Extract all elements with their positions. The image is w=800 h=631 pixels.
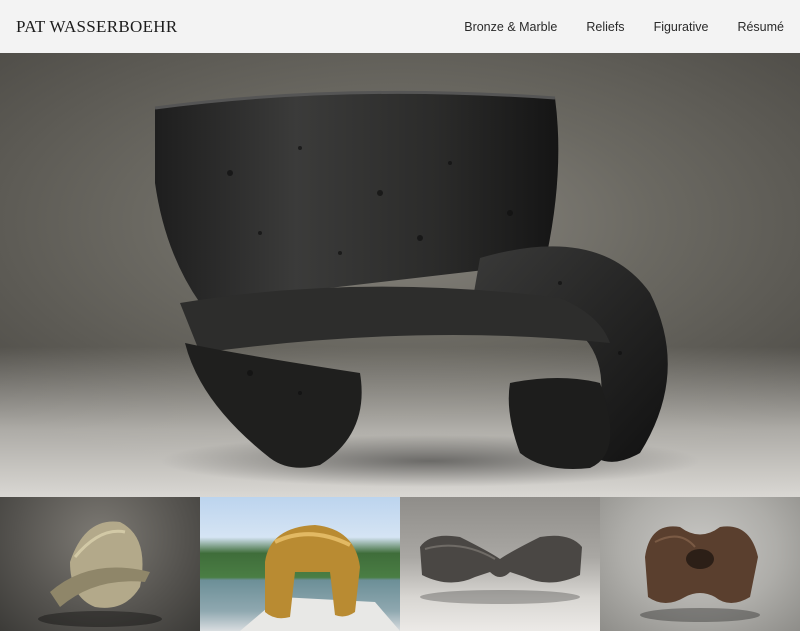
helmet-sculpture-illustration — [240, 525, 400, 631]
main-nav: Bronze & Marble Reliefs Figurative Résum… — [464, 20, 784, 34]
nav-link-figurative[interactable]: Figurative — [654, 20, 709, 34]
site-logo-link[interactable]: PAT WASSERBOEHR — [16, 17, 178, 37]
site-header: PAT WASSERBOEHR Bronze & Marble Reliefs … — [0, 0, 800, 53]
thumbnail-disc-sculpture[interactable] — [0, 497, 200, 631]
hero-sculpture-illustration — [154, 90, 700, 487]
disc-sculpture-illustration — [38, 521, 162, 627]
thumbnail-helmet-sculpture[interactable] — [200, 497, 400, 631]
nav-link-bronze-marble[interactable]: Bronze & Marble — [464, 20, 557, 34]
thumbnail-knot-sculpture[interactable] — [600, 497, 800, 631]
nav-link-reliefs[interactable]: Reliefs — [586, 20, 624, 34]
nav-link-resume[interactable]: Résumé — [737, 20, 784, 34]
thumbnail-strip — [0, 497, 800, 631]
hero-sculpture-image[interactable] — [0, 53, 800, 497]
thumbnail-bowtie-sculpture[interactable] — [400, 497, 600, 631]
knot-sculpture-illustration — [640, 526, 760, 622]
bowtie-sculpture-illustration — [420, 535, 582, 604]
